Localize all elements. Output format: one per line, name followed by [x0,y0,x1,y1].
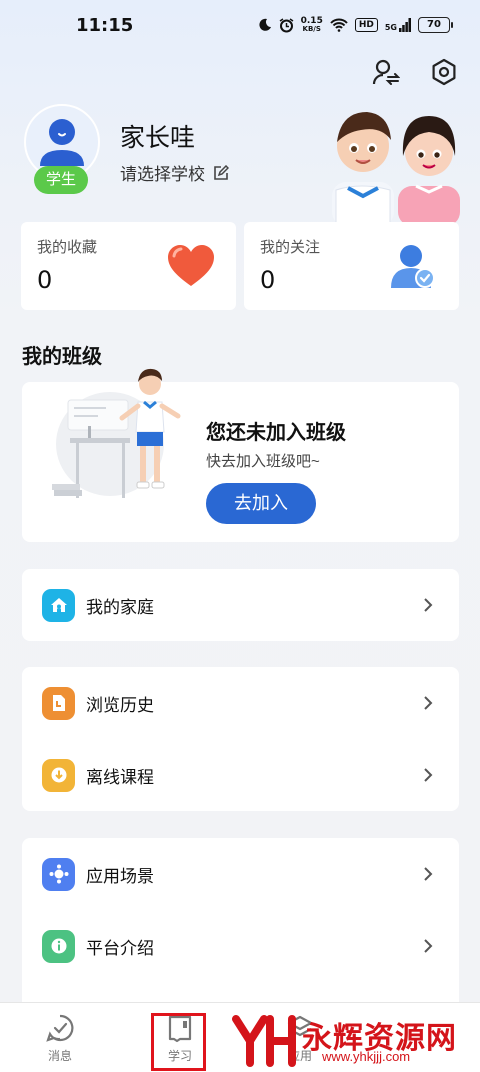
menu-label-platform-intro: 平台介绍 [86,938,154,958]
battery-indicator: 70 [418,17,453,33]
menu-item-offline-courses[interactable]: 离线课程 [22,739,459,811]
favorites-label: 我的收藏 [37,239,98,256]
join-class-button[interactable]: 去加入 [206,483,316,524]
chevron-right-icon [424,939,433,953]
menu-label-app-scenarios: 应用场景 [86,866,154,886]
favorites-count: 0 [37,266,53,294]
role-badge: 学生 [34,166,88,194]
signal-label: 5G [384,23,397,32]
menu-label-family: 我的家庭 [86,597,154,617]
menu-item-app-scenarios[interactable]: 应用场景 [22,838,459,910]
empty-class-subtitle: 快去加入班级吧~ [206,453,320,470]
my-class-title: 我的班级 [22,346,102,368]
menu-group-learning: 浏览历史 离线课程 [22,667,459,811]
scenario-icon [42,857,75,891]
menu-item-platform-intro[interactable]: 平台介绍 [22,910,459,982]
info-icon [42,929,75,963]
settings-icon[interactable] [430,58,458,86]
chevron-right-icon [424,598,433,612]
my-class-card: 您还未加入班级 快去加入班级吧~ 去加入 [22,368,459,542]
status-bar: 11:15 0.15 KB/S HD 5G 70 [0,0,480,52]
user-name: 家长哇 [120,124,196,152]
message-icon [46,1014,74,1042]
network-speed-unit: KB/S [302,25,321,33]
status-time: 11:15 [76,15,134,36]
wifi-icon [330,18,348,32]
chevron-right-icon [424,867,433,881]
favorites-card[interactable]: 我的收藏 0 [21,222,236,310]
followed-user-icon [391,245,435,288]
watermark: 永辉资源网 www.yhkjjj.com [232,1013,458,1069]
active-tab-highlight [151,1013,206,1071]
switch-user-icon[interactable] [372,58,400,86]
menu-item-family[interactable]: 我的家庭 [22,569,459,641]
watermark-logo [232,1015,296,1067]
school-select[interactable]: 请选择学校 [120,160,229,185]
chevron-right-icon [424,696,433,710]
menu-label-offline-courses: 离线课程 [86,767,154,787]
hd-indicator: HD [354,18,378,32]
network-speed-value: 0.15 [300,16,323,26]
following-count: 0 [260,266,276,294]
network-speed: 0.15 KB/S [300,16,323,34]
signal-indicator: 5G [385,18,411,32]
moon-icon [259,18,271,31]
chevron-right-icon [424,768,433,782]
signal-bars-icon [399,18,411,32]
menu-group-about: 应用场景 平台介绍 [22,838,459,1018]
kids-illustration [332,112,460,226]
menu-label-history: 浏览历史 [86,695,154,715]
history-icon [42,686,75,720]
alarm-icon [279,17,294,32]
home-icon [42,588,75,622]
profile-header: 学生 家长哇 请选择学校 [22,102,462,226]
school-select-label: 请选择学校 [120,165,205,184]
following-card[interactable]: 我的关注 0 [244,222,459,310]
watermark-url: www.yhkjjj.com [322,1049,411,1064]
status-icons: 0.15 KB/S HD 5G 70 [258,16,453,34]
nav-tab-messages[interactable]: 消息 [20,1013,100,1064]
download-icon [42,758,75,792]
empty-class-title: 您还未加入班级 [206,422,346,444]
edit-icon [214,164,229,180]
menu-item-history[interactable]: 浏览历史 [22,667,459,739]
empty-class-illustration [52,368,181,498]
nav-label-messages: 消息 [47,1049,72,1063]
top-actions [372,58,458,86]
following-label: 我的关注 [260,239,321,256]
menu-group-family: 我的家庭 [22,569,459,641]
heart-icon [168,245,214,286]
